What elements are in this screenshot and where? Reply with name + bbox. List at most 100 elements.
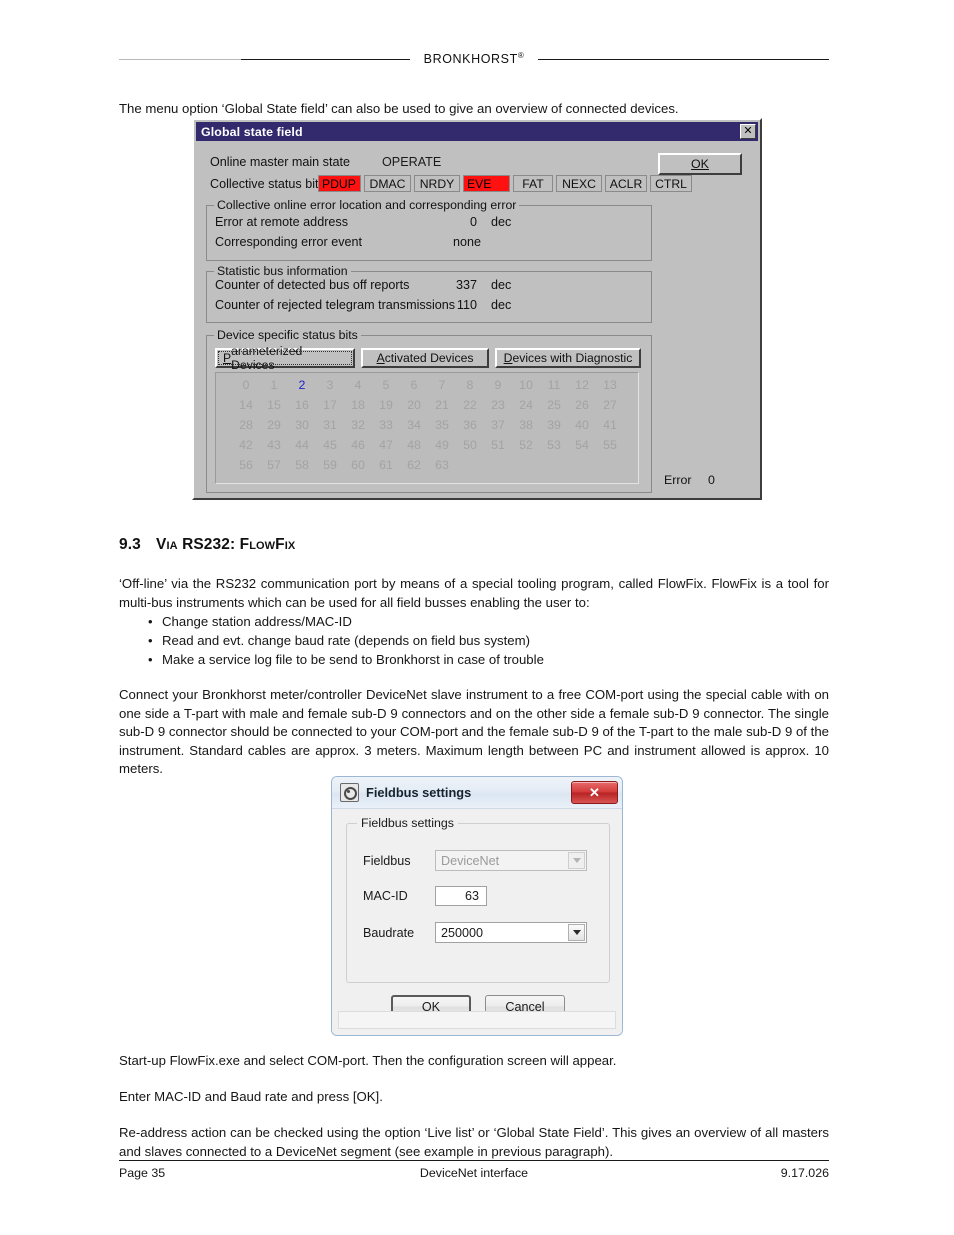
header-rule-right — [538, 58, 830, 60]
bit-cell-61[interactable]: 61 — [372, 458, 400, 478]
device-filter-devices-with-diagnostic[interactable]: Devices with Diagnostic — [495, 348, 641, 368]
bit-cell-58[interactable]: 58 — [288, 458, 316, 478]
bit-cell-20[interactable]: 20 — [400, 398, 428, 418]
status-bit-fat: FAT — [513, 175, 553, 192]
bit-cell-0[interactable]: 0 — [232, 378, 260, 398]
bit-cell-16[interactable]: 16 — [288, 398, 316, 418]
bit-cell-28[interactable]: 28 — [232, 418, 260, 438]
bit-cell-13[interactable]: 13 — [596, 378, 624, 398]
chevron-down-icon[interactable] — [568, 924, 585, 941]
dialog-title-bar[interactable]: Global state field ✕ — [196, 122, 758, 141]
bit-cell-37[interactable]: 37 — [484, 418, 512, 438]
bit-cell-34[interactable]: 34 — [400, 418, 428, 438]
bit-cell-31[interactable]: 31 — [316, 418, 344, 438]
chevron-down-icon[interactable] — [568, 852, 585, 869]
status-bar — [338, 1011, 616, 1029]
baudrate-label: Baudrate — [363, 925, 415, 940]
bit-cell-51[interactable]: 51 — [484, 438, 512, 458]
bit-cell-56[interactable]: 56 — [232, 458, 260, 478]
bit-cell-50[interactable]: 50 — [456, 438, 484, 458]
bit-cell-47[interactable]: 47 — [372, 438, 400, 458]
offline-paragraph: ‘Off-line’ via the RS232 communication p… — [119, 576, 829, 610]
bit-cell-46[interactable]: 46 — [344, 438, 372, 458]
bit-cell-53[interactable]: 53 — [540, 438, 568, 458]
bit-cell-60[interactable]: 60 — [344, 458, 372, 478]
brand-text: BRONKHORST — [423, 52, 518, 67]
bit-cell-12[interactable]: 12 — [568, 378, 596, 398]
bit-cell-63[interactable]: 63 — [428, 458, 456, 478]
bit-cell-23[interactable]: 23 — [484, 398, 512, 418]
bit-cell-25[interactable]: 25 — [540, 398, 568, 418]
bit-cell-10[interactable]: 10 — [512, 378, 540, 398]
header-rule-left — [119, 58, 410, 60]
device-bit-grid[interactable]: 0 1 2 3 4 5 6 7 8 9 10 11 12 13 14 15 16 17 18 19 20 21 22 23 24… — [215, 372, 639, 484]
bit-cell-14[interactable]: 14 — [232, 398, 260, 418]
bit-cell-9[interactable]: 9 — [484, 378, 512, 398]
macid-input[interactable]: 63 — [435, 886, 487, 906]
fieldbus-select[interactable]: DeviceNet — [435, 850, 587, 871]
bit-cell-2[interactable]: 2 — [288, 378, 316, 398]
bit-cell-52[interactable]: 52 — [512, 438, 540, 458]
close-icon[interactable]: ✕ — [740, 124, 756, 139]
bit-cell-49[interactable]: 49 — [428, 438, 456, 458]
close-icon[interactable]: ✕ — [571, 781, 618, 804]
bit-grid-row: 0 1 2 3 4 5 6 7 8 9 10 11 12 13 — [232, 378, 638, 398]
ok-button[interactable]: OK — [658, 153, 742, 175]
device-filter-parameterized-devices[interactable]: Parameterized Devices — [215, 344, 355, 372]
bit-cell-4[interactable]: 4 — [344, 378, 372, 398]
bit-cell-32[interactable]: 32 — [344, 418, 372, 438]
baudrate-select[interactable]: 250000 — [435, 922, 587, 943]
rejected-telegrams-label: Counter of rejected telegram transmissio… — [215, 298, 456, 312]
bit-cell-11[interactable]: 11 — [540, 378, 568, 398]
bit-cell-43[interactable]: 43 — [260, 438, 288, 458]
section-title-via: Via — [156, 536, 178, 553]
bit-cell-22[interactable]: 22 — [456, 398, 484, 418]
bit-cell-29[interactable]: 29 — [260, 418, 288, 438]
bit-cell-21[interactable]: 21 — [428, 398, 456, 418]
bit-cell-1[interactable]: 1 — [260, 378, 288, 398]
collective-status-bits-row: Collective status bits PDUP DMAC NRDY EVE FA… — [210, 174, 730, 193]
bit-cell-45[interactable]: 45 — [316, 438, 344, 458]
bit-cell-30[interactable]: 30 — [288, 418, 316, 438]
error-counter-value: 0 — [708, 473, 715, 487]
device-status-bits-group: Device specific status bits Parameterize… — [206, 328, 652, 493]
bit-cell-59[interactable]: 59 — [316, 458, 344, 478]
bit-cell-3[interactable]: 3 — [316, 378, 344, 398]
running-header: BRONKHORST® — [119, 46, 830, 72]
bit-cell-15[interactable]: 15 — [260, 398, 288, 418]
bit-cell-5[interactable]: 5 — [372, 378, 400, 398]
bit-cell-18[interactable]: 18 — [344, 398, 372, 418]
device-filter-activated-devices[interactable]: Activated Devices — [361, 348, 489, 368]
bit-cell-36[interactable]: 36 — [456, 418, 484, 438]
bit-cell-44[interactable]: 44 — [288, 438, 316, 458]
error-remote-address-label: Error at remote address — [215, 215, 348, 229]
bit-cell-57[interactable]: 57 — [260, 458, 288, 478]
bit-cell-41[interactable]: 41 — [596, 418, 624, 438]
bit-cell-33[interactable]: 33 — [372, 418, 400, 438]
bus-off-reports-label: Counter of detected bus off reports — [215, 278, 410, 292]
fieldbus-title-bar[interactable]: Fieldbus settings ✕ — [332, 777, 622, 809]
bit-cell-39[interactable]: 39 — [540, 418, 568, 438]
bit-cell-26[interactable]: 26 — [568, 398, 596, 418]
status-bit-nrdy: NRDY — [414, 175, 460, 192]
bit-cell-24[interactable]: 24 — [512, 398, 540, 418]
bit-cell-7[interactable]: 7 — [428, 378, 456, 398]
bit-cell-19[interactable]: 19 — [372, 398, 400, 418]
bit-cell-27[interactable]: 27 — [596, 398, 624, 418]
rejected-telegrams-unit: dec — [491, 298, 512, 312]
bit-cell-48[interactable]: 48 — [400, 438, 428, 458]
macid-field-row: MAC-ID 63 — [363, 886, 595, 906]
bit-cell-38[interactable]: 38 — [512, 418, 540, 438]
error-counter: Error 0 — [664, 473, 715, 487]
bit-grid-row: 28 29 30 31 32 33 34 35 36 37 38 39 40 41 — [232, 418, 638, 438]
bit-cell-55[interactable]: 55 — [596, 438, 624, 458]
baudrate-field-row: Baudrate 250000 — [363, 922, 595, 943]
bit-cell-17[interactable]: 17 — [316, 398, 344, 418]
bit-cell-6[interactable]: 6 — [400, 378, 428, 398]
bit-cell-42[interactable]: 42 — [232, 438, 260, 458]
bit-cell-54[interactable]: 54 — [568, 438, 596, 458]
bit-cell-35[interactable]: 35 — [428, 418, 456, 438]
bit-cell-8[interactable]: 8 — [456, 378, 484, 398]
bit-cell-62[interactable]: 62 — [400, 458, 428, 478]
bit-cell-40[interactable]: 40 — [568, 418, 596, 438]
